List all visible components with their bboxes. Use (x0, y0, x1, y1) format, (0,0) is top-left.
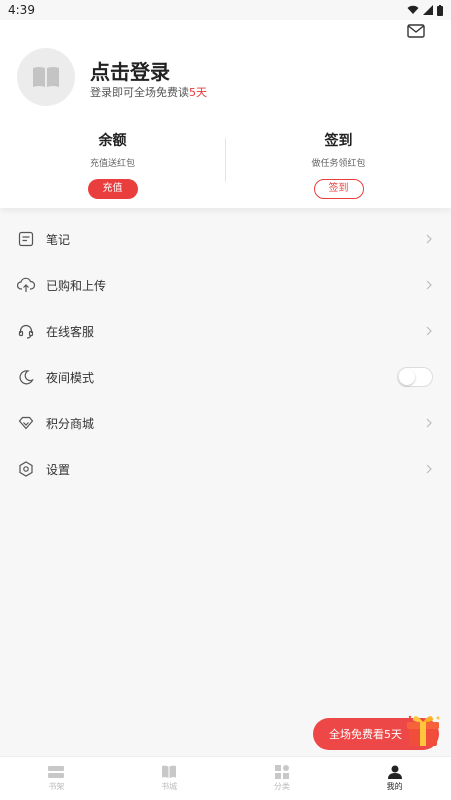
balance-sub: 充值送红包 (89, 159, 135, 169)
tab-label: 分类 (273, 782, 290, 791)
tab-bookshelf[interactable]: 书架 (0, 757, 113, 800)
avatar[interactable] (17, 48, 75, 106)
toggle-knob (399, 369, 415, 385)
wifi-icon (407, 5, 419, 14)
menu-item-night-mode: 夜间模式 (0, 354, 451, 400)
checkin-title: 签到 (324, 133, 353, 149)
tab-label: 书架 (48, 782, 65, 791)
checkin-button[interactable]: 签到 (313, 179, 364, 199)
free-days: 5天 (189, 86, 207, 99)
menu-label-notes: 笔记 (46, 232, 71, 247)
chevron-right-icon (426, 464, 432, 474)
login-subtitle: 登录即可全场免费读5天 (90, 86, 207, 99)
menu-label-night-mode: 夜间模式 (46, 370, 95, 385)
settings-icon (17, 460, 35, 478)
menu-item-customer-service[interactable]: 在线客服 (0, 308, 451, 354)
tab-book-store[interactable]: 书城 (113, 757, 226, 800)
promo-label: 全场免费看5天 (329, 728, 402, 741)
headset-icon (17, 322, 35, 340)
tab-profile[interactable]: 我的 (338, 757, 451, 800)
balance-title: 余额 (98, 133, 127, 149)
menu-list: 笔记 已购和上传 在线客服 夜间模式 积分商城 设置 (0, 216, 451, 492)
menu-item-purchased[interactable]: 已购和上传 (0, 262, 451, 308)
signal-icon (423, 5, 433, 15)
bottom-tab-bar: 书架 书城 分类 我的 (0, 756, 451, 800)
recharge-button[interactable]: 充值 (87, 179, 138, 199)
chevron-right-icon (426, 418, 432, 428)
gift-icon[interactable] (405, 712, 443, 748)
cloud-upload-icon (17, 276, 35, 294)
tab-category[interactable]: 分类 (226, 757, 339, 800)
status-bar: 4:39 (0, 0, 451, 20)
menu-item-points-mall[interactable]: 积分商城 (0, 400, 451, 446)
tab-label: 书城 (161, 782, 178, 791)
chevron-right-icon (426, 234, 432, 244)
checkin-section: 签到 做任务领红包 签到 (226, 130, 451, 199)
menu-item-notes[interactable]: 笔记 (0, 216, 451, 262)
menu-label-customer-service: 在线客服 (46, 324, 95, 339)
menu-label-purchased: 已购和上传 (46, 278, 107, 293)
tab-label: 我的 (386, 782, 403, 791)
note-icon (17, 230, 35, 248)
menu-label-points-mall: 积分商城 (46, 416, 95, 431)
battery-icon (437, 4, 443, 16)
diamond-icon (17, 414, 35, 432)
profile-icon (387, 765, 402, 779)
checkin-sub: 做任务领红包 (311, 159, 366, 169)
night-mode-toggle[interactable] (397, 367, 433, 387)
book-store-icon (162, 765, 177, 778)
menu-label-settings: 设置 (46, 462, 71, 477)
status-time: 4:39 (8, 3, 35, 17)
chevron-right-icon (426, 326, 432, 336)
menu-item-settings[interactable]: 设置 (0, 446, 451, 492)
chevron-right-icon (426, 280, 432, 290)
login-title[interactable]: 点击登录 (90, 56, 170, 85)
category-icon (274, 765, 289, 779)
book-icon (33, 67, 59, 87)
moon-icon (17, 368, 35, 386)
bookshelf-icon (48, 766, 65, 778)
balance-section: 余额 充值送红包 充值 (0, 130, 225, 199)
profile-card: 点击登录 登录即可全场免费读5天 余额 充值送红包 充值 签到 做任务领红包 签… (0, 20, 451, 208)
mail-icon[interactable] (407, 24, 425, 38)
